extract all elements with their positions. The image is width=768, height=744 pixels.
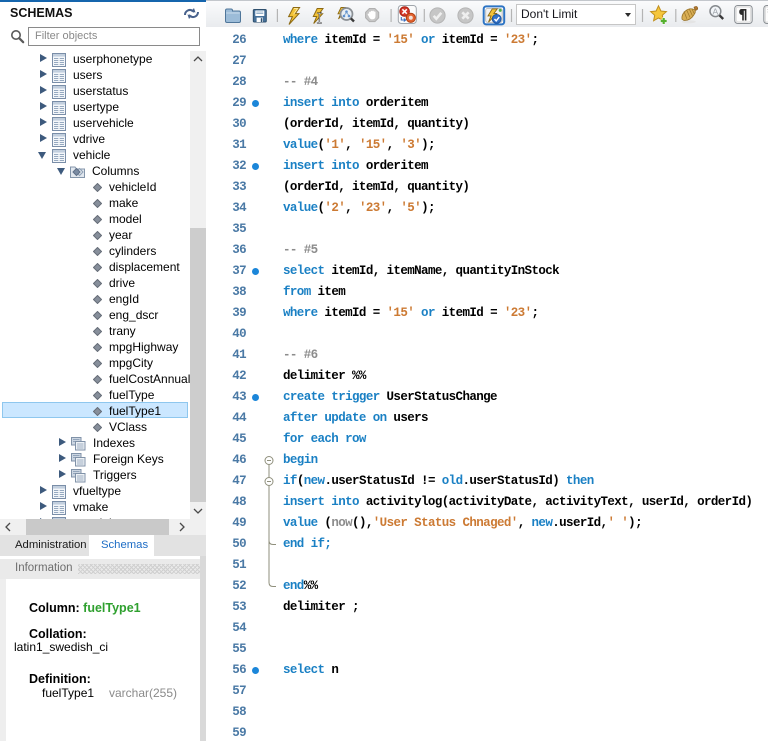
svg-text:A: A	[713, 6, 719, 16]
